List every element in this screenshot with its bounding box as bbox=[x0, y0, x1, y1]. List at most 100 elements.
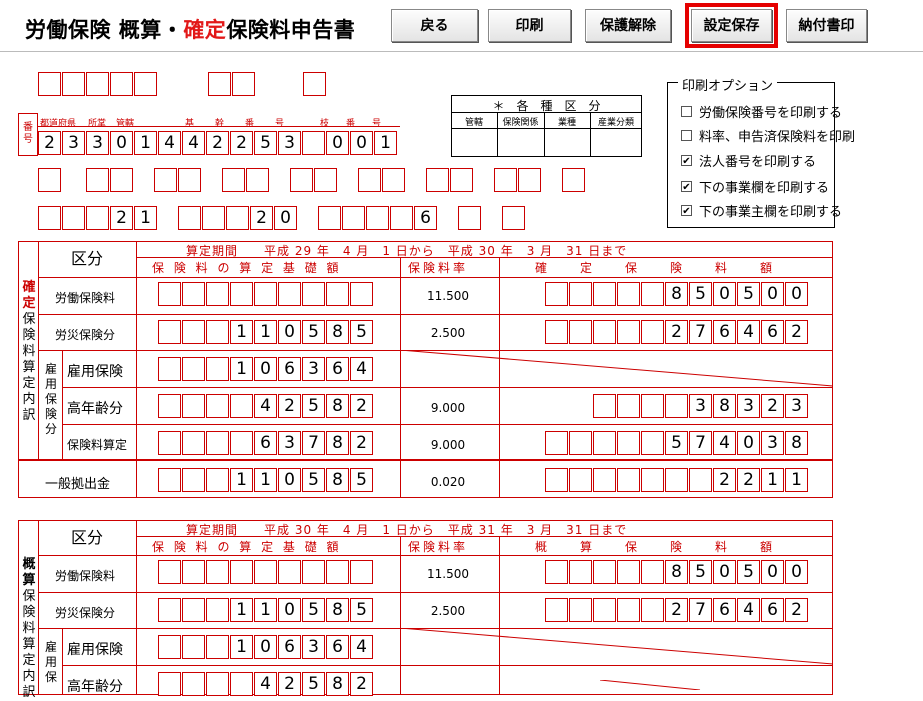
amount-digit[interactable] bbox=[545, 282, 568, 306]
amount-digit[interactable] bbox=[593, 598, 616, 622]
input-cell[interactable] bbox=[358, 168, 381, 192]
payment-slip-button[interactable]: 納付書印 bbox=[786, 9, 867, 42]
amount-digit[interactable]: 3 bbox=[689, 394, 712, 418]
base-digit[interactable]: 5 bbox=[302, 598, 325, 622]
base-digit[interactable] bbox=[182, 394, 205, 418]
amount-digit[interactable] bbox=[617, 282, 640, 306]
base-digit[interactable]: 5 bbox=[302, 394, 325, 418]
base-digit[interactable] bbox=[182, 635, 205, 659]
amount-digit[interactable] bbox=[617, 468, 640, 492]
base-digit[interactable]: 5 bbox=[350, 320, 373, 344]
amount-digit[interactable]: 5 bbox=[689, 560, 712, 584]
amount-digit[interactable] bbox=[569, 560, 592, 584]
base-digit[interactable]: 2 bbox=[278, 394, 301, 418]
base-digit[interactable] bbox=[206, 431, 229, 455]
amount-digit[interactable]: 3 bbox=[761, 431, 784, 455]
amount-digit[interactable] bbox=[545, 598, 568, 622]
pref-digit[interactable]: 3 bbox=[62, 131, 85, 155]
input-cell[interactable] bbox=[502, 206, 525, 230]
base-digit[interactable]: 3 bbox=[278, 431, 301, 455]
amount-digit[interactable]: 6 bbox=[713, 598, 736, 622]
base-digit[interactable]: 4 bbox=[350, 357, 373, 381]
amount-digit[interactable] bbox=[617, 320, 640, 344]
base-digit[interactable] bbox=[158, 635, 181, 659]
date-digit[interactable] bbox=[342, 206, 365, 230]
branch-digit[interactable]: 0 bbox=[326, 131, 349, 155]
base-digit[interactable] bbox=[230, 431, 253, 455]
kikan-digit[interactable]: 3 bbox=[278, 131, 301, 155]
base-digit[interactable]: 6 bbox=[278, 357, 301, 381]
input-cell[interactable] bbox=[562, 168, 585, 192]
date-digit[interactable] bbox=[390, 206, 413, 230]
base-digit[interactable] bbox=[158, 672, 181, 696]
input-cell[interactable] bbox=[232, 72, 255, 96]
amount-digit[interactable] bbox=[617, 560, 640, 584]
amount-digit[interactable]: 1 bbox=[761, 468, 784, 492]
amount-digit[interactable]: 4 bbox=[737, 598, 760, 622]
input-cell[interactable] bbox=[303, 72, 326, 96]
base-digit[interactable] bbox=[206, 357, 229, 381]
base-digit[interactable] bbox=[278, 282, 301, 306]
base-digit[interactable] bbox=[230, 282, 253, 306]
kankatsu-digit[interactable]: 1 bbox=[134, 131, 157, 155]
base-digit[interactable]: 5 bbox=[302, 468, 325, 492]
amount-digit[interactable] bbox=[545, 560, 568, 584]
print-option-business[interactable]: ✔ 下の事業欄を印刷する bbox=[681, 177, 829, 196]
date-digit[interactable] bbox=[62, 206, 85, 230]
base-digit[interactable] bbox=[350, 282, 373, 306]
back-button[interactable]: 戻る bbox=[391, 9, 478, 42]
unprotect-button[interactable]: 保護解除 bbox=[585, 9, 671, 42]
base-digit[interactable]: 0 bbox=[254, 635, 277, 659]
print-option-insurance-number[interactable]: 労働保険番号を印刷する bbox=[681, 102, 842, 121]
amount-digit[interactable] bbox=[617, 394, 640, 418]
base-digit[interactable]: 8 bbox=[326, 468, 349, 492]
base-digit[interactable]: 4 bbox=[350, 635, 373, 659]
input-cell[interactable] bbox=[382, 168, 405, 192]
base-digit[interactable]: 1 bbox=[254, 598, 277, 622]
base-digit[interactable]: 7 bbox=[302, 431, 325, 455]
base-digit[interactable] bbox=[302, 282, 325, 306]
amount-digit[interactable]: 0 bbox=[713, 560, 736, 584]
amount-digit[interactable] bbox=[593, 394, 616, 418]
base-digit[interactable]: 1 bbox=[230, 635, 253, 659]
amount-digit[interactable]: 0 bbox=[761, 282, 784, 306]
checkbox[interactable] bbox=[681, 130, 692, 141]
base-digit[interactable] bbox=[158, 598, 181, 622]
amount-digit[interactable] bbox=[569, 468, 592, 492]
amount-digit[interactable]: 6 bbox=[713, 320, 736, 344]
kikan-digit[interactable]: 2 bbox=[206, 131, 229, 155]
amount-digit[interactable]: 6 bbox=[761, 598, 784, 622]
date-digit[interactable]: 6 bbox=[414, 206, 437, 230]
amount-digit[interactable]: 7 bbox=[689, 431, 712, 455]
base-digit[interactable]: 2 bbox=[350, 394, 373, 418]
input-cell[interactable] bbox=[86, 72, 109, 96]
amount-digit[interactable]: 5 bbox=[737, 282, 760, 306]
amount-digit[interactable]: 1 bbox=[785, 468, 808, 492]
amount-digit[interactable] bbox=[569, 598, 592, 622]
base-digit[interactable]: 0 bbox=[278, 598, 301, 622]
base-digit[interactable]: 6 bbox=[326, 635, 349, 659]
input-cell[interactable] bbox=[134, 72, 157, 96]
input-cell[interactable] bbox=[110, 72, 133, 96]
amount-digit[interactable] bbox=[641, 468, 664, 492]
base-digit[interactable]: 1 bbox=[230, 598, 253, 622]
amount-digit[interactable]: 2 bbox=[737, 468, 760, 492]
amount-digit[interactable] bbox=[641, 282, 664, 306]
amount-digit[interactable]: 0 bbox=[785, 282, 808, 306]
base-digit[interactable] bbox=[206, 635, 229, 659]
input-cell[interactable] bbox=[110, 168, 133, 192]
date-digit[interactable] bbox=[178, 206, 201, 230]
base-digit[interactable] bbox=[158, 282, 181, 306]
amount-digit[interactable]: 2 bbox=[761, 394, 784, 418]
date-digit[interactable]: 2 bbox=[250, 206, 273, 230]
base-digit[interactable] bbox=[182, 431, 205, 455]
base-digit[interactable] bbox=[182, 282, 205, 306]
base-digit[interactable] bbox=[182, 672, 205, 696]
base-digit[interactable]: 1 bbox=[230, 357, 253, 381]
amount-digit[interactable] bbox=[641, 394, 664, 418]
amount-digit[interactable]: 2 bbox=[713, 468, 736, 492]
amount-digit[interactable]: 4 bbox=[737, 320, 760, 344]
kikan-digit[interactable]: 2 bbox=[230, 131, 253, 155]
amount-digit[interactable] bbox=[641, 598, 664, 622]
amount-digit[interactable]: 6 bbox=[761, 320, 784, 344]
